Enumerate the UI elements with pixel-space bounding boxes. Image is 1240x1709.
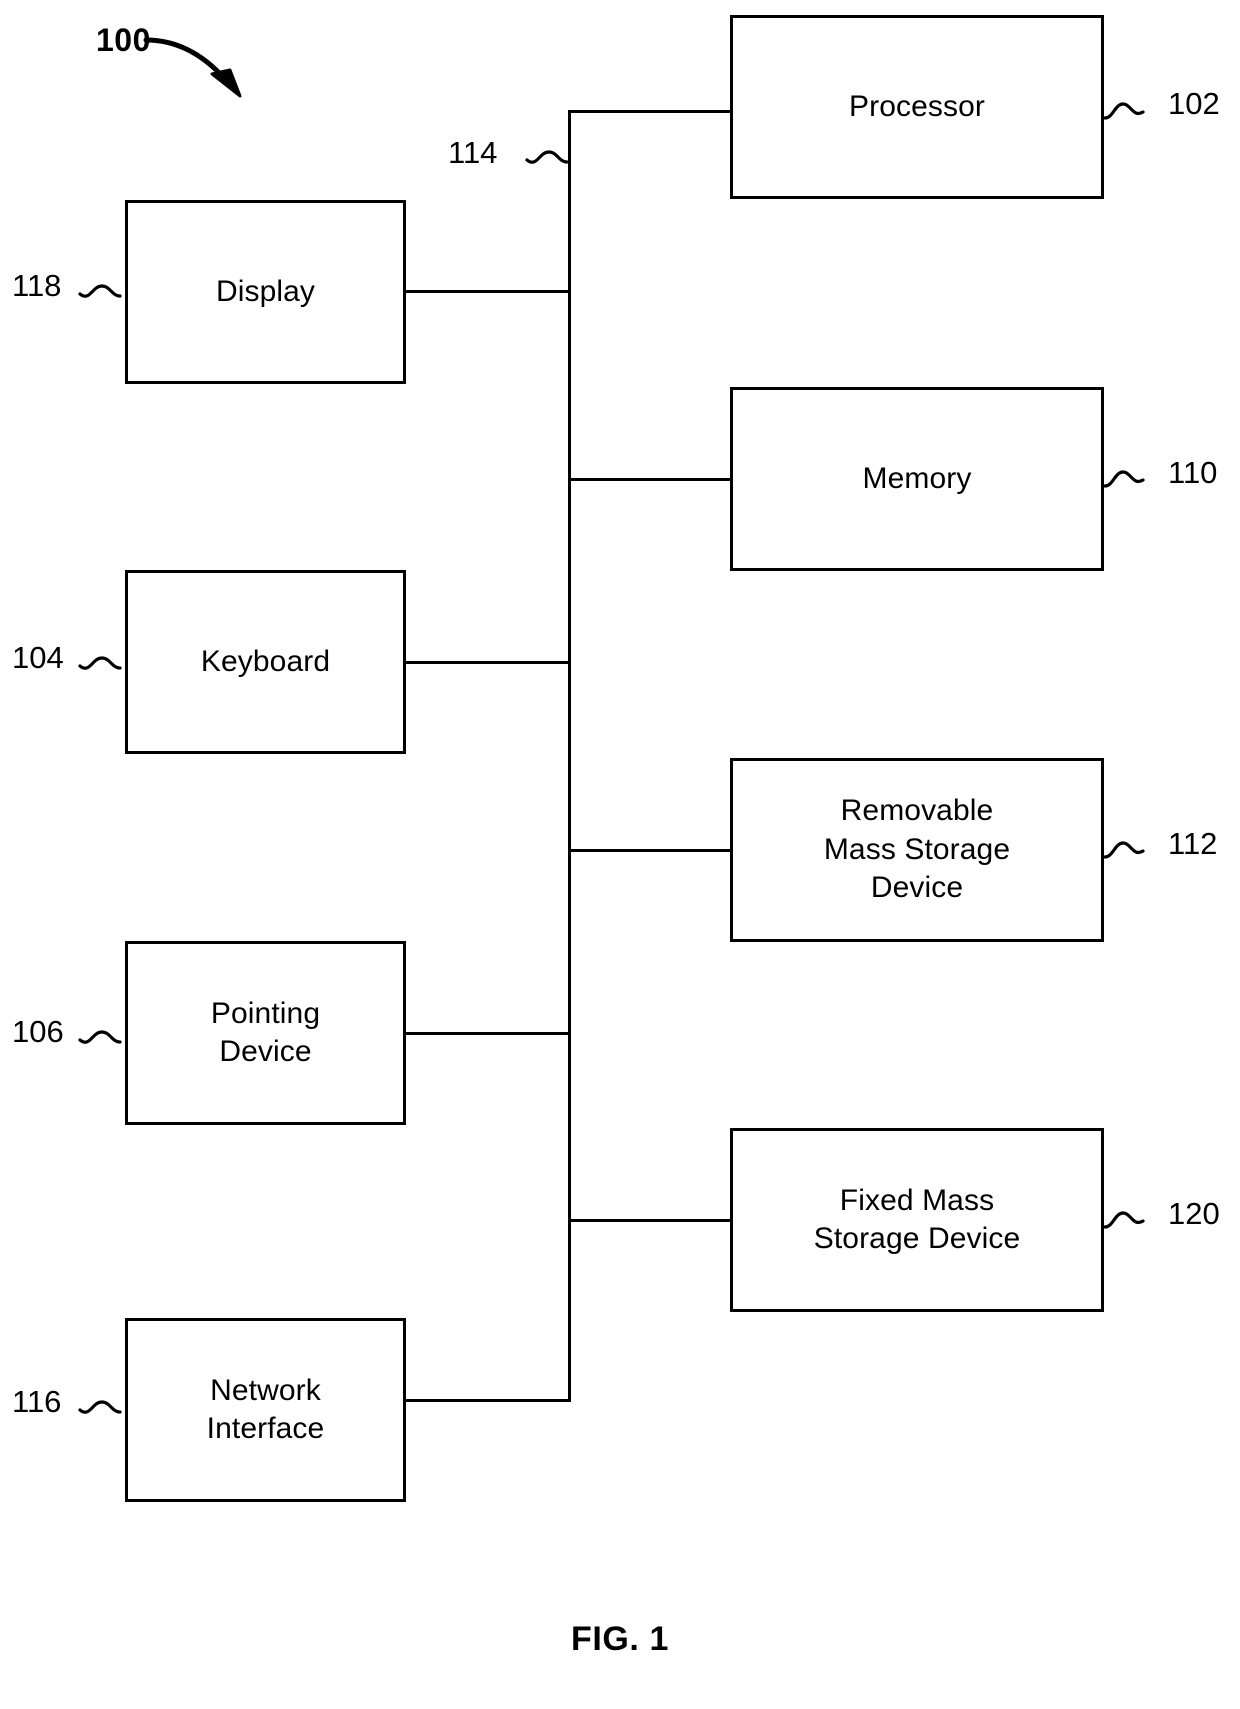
ref-numeral-104: 104 xyxy=(12,640,64,675)
wire-bus-to-fixed-storage xyxy=(568,1219,733,1222)
box-display: Display xyxy=(125,200,406,384)
leader-line-118-icon xyxy=(78,274,136,308)
wire-bus-to-removable-storage xyxy=(568,849,733,852)
leader-line-114-icon xyxy=(525,140,583,174)
ref-numeral-110: 110 xyxy=(1168,455,1218,490)
wire-keyboard-to-bus xyxy=(404,661,571,664)
wire-display-to-bus xyxy=(404,290,571,293)
box-pointing-device-label: Pointing Device xyxy=(210,996,321,1068)
box-keyboard-label: Keyboard xyxy=(200,644,331,678)
ref-numeral-116: 116 xyxy=(12,1384,62,1419)
wire-bus-to-memory xyxy=(568,478,733,481)
box-network-interface-label: Network Interface xyxy=(206,1373,325,1445)
leader-line-106-icon xyxy=(78,1020,136,1054)
wire-pointing-device-to-bus xyxy=(404,1032,571,1035)
leader-line-104-icon xyxy=(78,646,136,680)
wire-network-interface-to-bus xyxy=(404,1399,571,1402)
box-display-label: Display xyxy=(215,274,316,308)
patent-figure-page: 100 Processor 102 114 118 Display Memory… xyxy=(0,0,1240,1709)
leader-line-116-icon xyxy=(78,1390,136,1424)
box-processor-label: Processor xyxy=(849,89,985,123)
box-keyboard: Keyboard xyxy=(125,570,406,754)
box-fixed-mass-storage-device: Fixed Mass Storage Device xyxy=(730,1128,1104,1312)
lead-arrow-100-icon xyxy=(143,34,264,104)
box-processor: Processor xyxy=(730,15,1104,199)
ref-numeral-102: 102 xyxy=(1168,86,1220,121)
box-removable-mass-storage-device: Removable Mass Storage Device xyxy=(730,758,1104,942)
ref-numeral-112: 112 xyxy=(1168,826,1218,861)
ref-numeral-120: 120 xyxy=(1168,1196,1220,1231)
leader-line-110-icon xyxy=(1103,460,1161,494)
box-pointing-device: Pointing Device xyxy=(125,941,406,1125)
leader-line-120-icon xyxy=(1103,1201,1161,1235)
leader-line-102-icon xyxy=(1103,92,1161,126)
box-removable-mass-storage-device-label: Removable Mass Storage Device xyxy=(823,794,1011,905)
ref-numeral-114: 114 xyxy=(448,135,498,170)
ref-numeral-100: 100 xyxy=(96,22,151,58)
bus-vertical-line xyxy=(568,110,571,1402)
box-network-interface: Network Interface xyxy=(125,1318,406,1502)
wire-bus-to-processor xyxy=(568,110,733,113)
box-fixed-mass-storage-device-label: Fixed Mass Storage Device xyxy=(813,1183,1021,1255)
leader-line-112-icon xyxy=(1103,831,1161,865)
ref-numeral-118: 118 xyxy=(12,268,62,303)
box-memory: Memory xyxy=(730,387,1104,571)
box-memory-label: Memory xyxy=(862,461,972,495)
ref-numeral-106: 106 xyxy=(12,1014,64,1049)
figure-caption: FIG. 1 xyxy=(570,1620,670,1658)
